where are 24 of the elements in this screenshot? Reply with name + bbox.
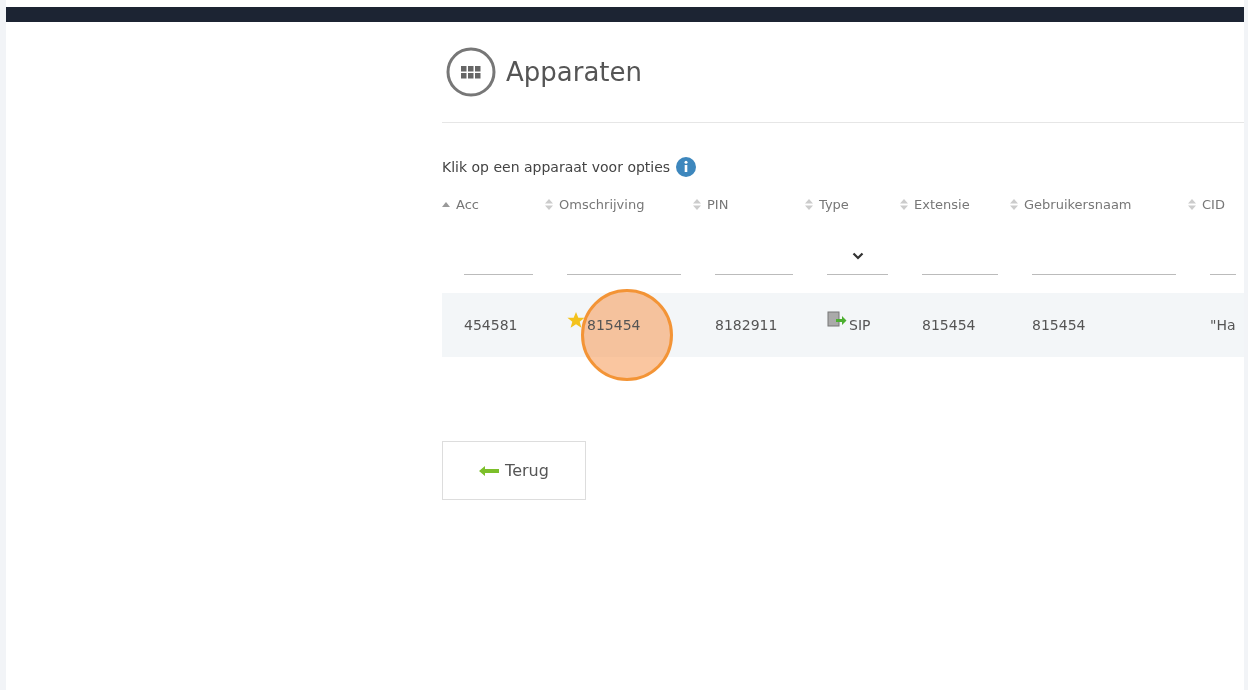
- table-cell: "Ha: [1210, 317, 1236, 333]
- column-header[interactable]: PIN: [707, 196, 729, 212]
- column-header[interactable]: Extensie: [914, 196, 970, 212]
- back-button[interactable]: Terug: [442, 441, 586, 500]
- star-icon: [567, 311, 585, 329]
- table-cell: SIP: [849, 317, 871, 333]
- column-header[interactable]: CID: [1202, 196, 1225, 212]
- table-cell: 815454: [1032, 317, 1086, 333]
- document-arrow-icon: [827, 311, 847, 329]
- filter-dropdown[interactable]: [827, 252, 888, 275]
- column-header[interactable]: Type: [819, 196, 849, 212]
- table-cell: 815454: [587, 317, 641, 333]
- page-title: Apparaten: [506, 57, 643, 87]
- table-cell: 815454: [922, 317, 976, 333]
- column-header[interactable]: Omschrijving: [559, 196, 645, 212]
- column-header[interactable]: Acc: [456, 196, 479, 212]
- table-cell: 454581: [464, 317, 518, 333]
- hint-text: Klik op een apparaat voor opties: [442, 159, 671, 175]
- chevron-down-icon: [851, 252, 864, 260]
- column-header[interactable]: Gebruikersnaam: [1024, 196, 1132, 212]
- grid-icon: [446, 47, 496, 97]
- info-icon[interactable]: [676, 157, 697, 177]
- arrow-left-icon: [479, 465, 500, 476]
- table-cell: 8182911: [715, 317, 778, 333]
